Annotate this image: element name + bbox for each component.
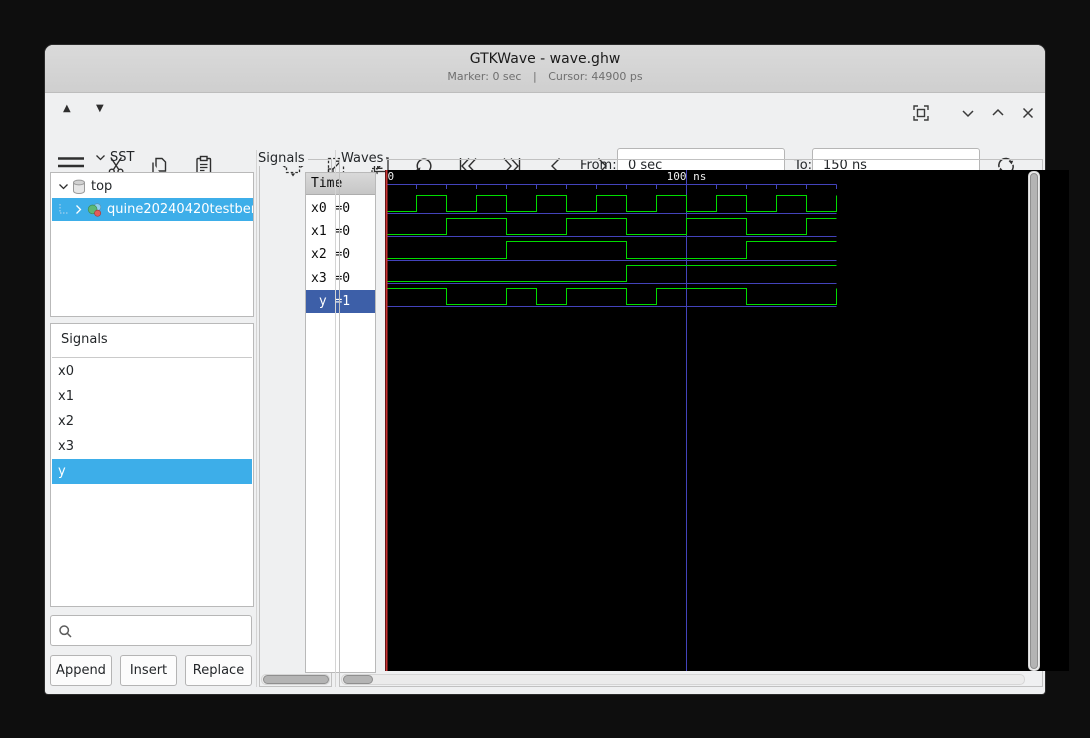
sst-tree: top quine20240420testbench <box>50 172 254 317</box>
tree-item-label: top <box>91 179 113 194</box>
close-icon <box>1022 107 1034 119</box>
module-spheres-icon <box>87 202 102 217</box>
expander-chevron-down-icon <box>59 184 68 190</box>
tree-item-top[interactable]: top <box>52 175 253 198</box>
insert-button[interactable]: Insert <box>120 655 177 686</box>
waves-hscrollbar-thumb[interactable] <box>343 675 373 684</box>
titlebar[interactable]: GTKWave - wave.ghw Marker: 0 sec | Curso… <box>45 45 1045 121</box>
svg-text:0: 0 <box>388 170 395 183</box>
search-input[interactable] <box>75 617 249 646</box>
names-hscrollbar-thumb[interactable] <box>263 675 329 684</box>
expander-chevron-down-icon <box>96 155 105 161</box>
chevron-up-icon <box>992 108 1004 116</box>
hierarchy-cylinder-icon <box>73 179 85 194</box>
waves-hscrollbar-track[interactable] <box>341 674 1025 685</box>
sst-expander[interactable]: SST <box>95 150 134 165</box>
waves-vscrollbar-thumb[interactable] <box>1030 173 1038 669</box>
close-button[interactable] <box>1018 103 1038 123</box>
search-icon <box>59 625 72 638</box>
cursor-status: Cursor: 44900 ps <box>548 70 643 83</box>
fullscreen-button[interactable] <box>911 103 931 123</box>
subtitle-separator: | <box>532 70 537 83</box>
tree-item-testbench[interactable]: quine20240420testbench <box>52 198 253 221</box>
signal-search-panel: Signals x0 x1 x2 x3 y <box>50 323 254 607</box>
divider <box>52 357 252 358</box>
sst-label: SST <box>110 150 135 165</box>
signal-search-box <box>50 615 252 646</box>
window-title: GTKWave - wave.ghw <box>469 51 621 67</box>
names-frame-label: Signals <box>257 151 308 166</box>
signal-list-title: Signals <box>61 332 108 347</box>
svg-text:100 ns: 100 ns <box>667 170 707 183</box>
signal-list-item-x2[interactable]: x2 <box>52 409 252 434</box>
names-hscrollbar-track[interactable] <box>261 674 330 685</box>
signal-list-item-x0[interactable]: x0 <box>52 359 252 384</box>
maximize-button[interactable] <box>988 103 1008 123</box>
signal-list-item-x1[interactable]: x1 <box>52 384 252 409</box>
append-button[interactable]: Append <box>50 655 112 686</box>
keep-above-icon[interactable]: ▲ <box>63 103 71 115</box>
marker-status: Marker: 0 sec <box>447 70 522 83</box>
pane-divider[interactable] <box>335 150 336 687</box>
signal-list-item-x3[interactable]: x3 <box>52 434 252 459</box>
minimize-button[interactable] <box>958 103 978 123</box>
fullscreen-icon <box>913 105 929 121</box>
expander-chevron-right-icon <box>76 205 82 214</box>
waves-vscrollbar-track[interactable] <box>1028 171 1040 671</box>
keep-below-icon[interactable]: ▼ <box>96 103 104 115</box>
waves-frame-label: Waves <box>340 151 387 166</box>
tree-item-label: quine20240420testbench <box>107 202 253 217</box>
window-subtitle: Marker: 0 sec | Cursor: 44900 ps <box>45 70 1045 83</box>
replace-button[interactable]: Replace <box>185 655 252 686</box>
pane-divider[interactable] <box>256 150 257 687</box>
signal-list-item-y[interactable]: y <box>52 459 252 484</box>
tree-guide-lines <box>59 203 68 213</box>
chevron-down-icon <box>962 110 974 118</box>
wave-canvas[interactable]: 0 100 ns <box>385 170 1069 671</box>
gtkwave-window: GTKWave - wave.ghw Marker: 0 sec | Curso… <box>45 45 1069 694</box>
